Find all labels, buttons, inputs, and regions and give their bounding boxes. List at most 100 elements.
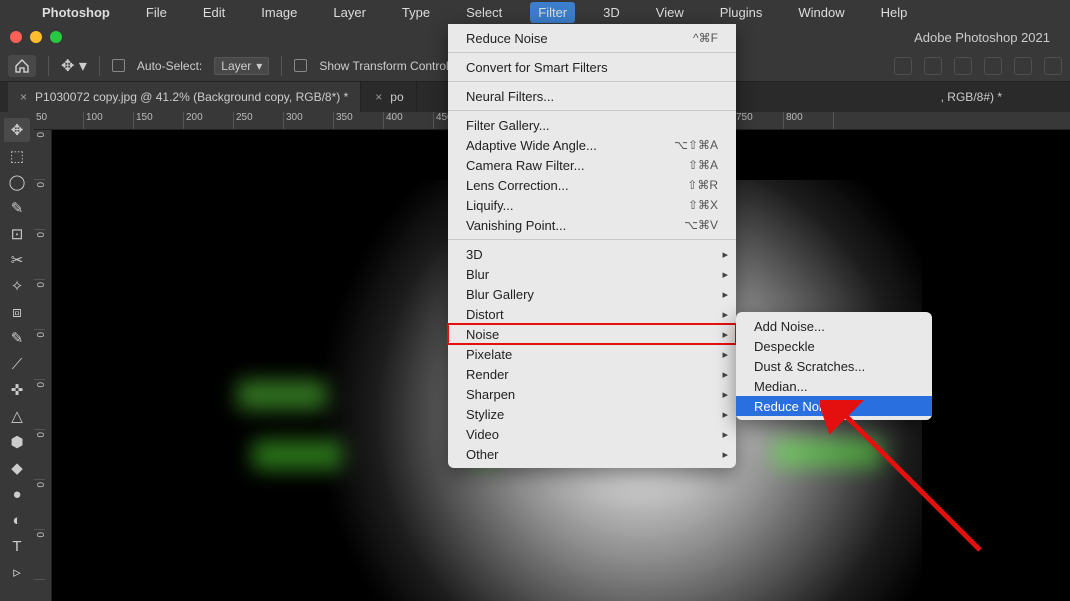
filter-sub-video[interactable]: Video (448, 424, 736, 444)
noise-dust-scratches[interactable]: Dust & Scratches... (736, 356, 932, 376)
menu-label: Lens Correction... (466, 178, 569, 193)
autoselect-checkbox[interactable] (112, 59, 125, 72)
tool-marquee[interactable]: ⬚ (4, 144, 30, 168)
mode-icon[interactable] (1014, 57, 1032, 75)
ruler-tick: 0 (34, 380, 45, 430)
tool-gradient[interactable]: ⬢ (4, 430, 30, 454)
filter-neural[interactable]: Neural Filters... (448, 86, 736, 106)
menu-label: Vanishing Point... (466, 218, 566, 233)
filter-sub-pixelate[interactable]: Pixelate (448, 344, 736, 364)
menu-label: Distort (466, 307, 504, 322)
ruler-tick: 250 (234, 112, 284, 129)
filter-sub-sharpen[interactable]: Sharpen (448, 384, 736, 404)
noise-median[interactable]: Median... (736, 376, 932, 396)
ruler-vertical[interactable]: 0 0 0 0 0 0 0 0 0 (34, 130, 52, 601)
menu-label: Despeckle (754, 339, 815, 354)
home-button[interactable] (8, 55, 36, 77)
menu-help[interactable]: Help (873, 2, 916, 23)
noise-add[interactable]: Add Noise... (736, 316, 932, 336)
ruler-tick: 0 (34, 130, 45, 180)
menu-window[interactable]: Window (790, 2, 852, 23)
window-maximize-icon[interactable] (50, 31, 62, 43)
filter-sub-blurgallery[interactable]: Blur Gallery (448, 284, 736, 304)
menu-shortcut: ⇧⌘A (688, 158, 718, 172)
ruler-tick: 200 (184, 112, 234, 129)
close-icon[interactable]: × (20, 90, 27, 104)
menu-select[interactable]: Select (458, 2, 510, 23)
tool-move[interactable]: ✥ (4, 118, 30, 142)
filter-lens[interactable]: Lens Correction...⇧⌘R (448, 175, 736, 195)
menu-plugins[interactable]: Plugins (712, 2, 771, 23)
document-tab-label: P1030072 copy.jpg @ 41.2% (Background co… (35, 90, 348, 104)
tool-pen[interactable]: ◐ (4, 508, 30, 532)
mode-icon[interactable] (924, 57, 942, 75)
move-tool-icon[interactable]: ✥ ▾ (61, 56, 87, 76)
tool-path[interactable]: ▹ (4, 560, 30, 584)
tool-heal[interactable]: ⧈ (4, 300, 30, 324)
filter-sub-blur[interactable]: Blur (448, 264, 736, 284)
filter-gallery[interactable]: Filter Gallery... (448, 115, 736, 135)
show-transform-checkbox[interactable] (294, 59, 307, 72)
document-tab-label: po (390, 90, 403, 104)
tool-brush[interactable]: ✎ (4, 326, 30, 350)
menu-label: Dust & Scratches... (754, 359, 865, 374)
menu-label: Render (466, 367, 509, 382)
filter-recent[interactable]: Reduce Noise ^⌘F (448, 28, 736, 48)
ruler-tick: 0 (34, 230, 45, 280)
menu-label: Sharpen (466, 387, 515, 402)
menu-edit[interactable]: Edit (195, 2, 233, 23)
document-tab[interactable]: × P1030072 copy.jpg @ 41.2% (Background … (8, 82, 361, 112)
filter-sub-noise[interactable]: Noise (448, 324, 736, 344)
menu-label: Neural Filters... (466, 89, 554, 104)
menu-view[interactable]: View (648, 2, 692, 23)
tool-crop[interactable]: ⊡ (4, 222, 30, 246)
tool-history[interactable]: ✜ (4, 378, 30, 402)
filter-vanishing[interactable]: Vanishing Point...⌥⌘V (448, 215, 736, 235)
tool-stamp[interactable]: ⟋ (4, 352, 30, 376)
filter-sub-3d[interactable]: 3D (448, 244, 736, 264)
filter-sub-stylize[interactable]: Stylize (448, 404, 736, 424)
menu-file[interactable]: File (138, 2, 175, 23)
filter-sub-distort[interactable]: Distort (448, 304, 736, 324)
autoselect-target-select[interactable]: Layer ▾ (214, 57, 269, 75)
tool-frame[interactable]: ✂ (4, 248, 30, 272)
menu-filter[interactable]: Filter (530, 2, 575, 23)
tool-type[interactable]: T (4, 534, 30, 558)
mode-icon[interactable] (984, 57, 1002, 75)
ruler-tick: 300 (284, 112, 334, 129)
menu-label: 3D (466, 247, 483, 262)
noise-despeckle[interactable]: Despeckle (736, 336, 932, 356)
noise-reduce[interactable]: Reduce Noise... (736, 396, 932, 416)
menu-image[interactable]: Image (253, 2, 305, 23)
filter-liquify[interactable]: Liquify...⇧⌘X (448, 195, 736, 215)
menu-app[interactable]: Photoshop (34, 2, 118, 23)
ruler-tick: 0 (34, 480, 45, 530)
filter-sub-render[interactable]: Render (448, 364, 736, 384)
tool-eyedropper[interactable]: ✧ (4, 274, 30, 298)
menu-label: Median... (754, 379, 807, 394)
show-transform-label: Show Transform Controls (319, 59, 454, 73)
document-tab[interactable]: × po (363, 82, 416, 112)
mode-icon[interactable] (954, 57, 972, 75)
menu-label: Adaptive Wide Angle... (466, 138, 597, 153)
menu-type[interactable]: Type (394, 2, 438, 23)
mode-icon[interactable] (894, 57, 912, 75)
menu-layer[interactable]: Layer (325, 2, 374, 23)
mode-icon[interactable] (1044, 57, 1062, 75)
menu-shortcut: ⇧⌘X (688, 198, 718, 212)
tool-wand[interactable]: ✎ (4, 196, 30, 220)
tool-eraser[interactable]: △ (4, 404, 30, 428)
window-close-icon[interactable] (10, 31, 22, 43)
close-icon[interactable]: × (375, 90, 382, 104)
tool-lasso[interactable]: ◯ (4, 170, 30, 194)
ruler-tick: 0 (34, 280, 45, 330)
menu-3d[interactable]: 3D (595, 2, 628, 23)
filter-adaptive[interactable]: Adaptive Wide Angle...⌥⇧⌘A (448, 135, 736, 155)
menu-label: Reduce Noise... (754, 399, 847, 414)
window-minimize-icon[interactable] (30, 31, 42, 43)
filter-convert-smart[interactable]: Convert for Smart Filters (448, 57, 736, 77)
filter-cameraraw[interactable]: Camera Raw Filter...⇧⌘A (448, 155, 736, 175)
filter-sub-other[interactable]: Other (448, 444, 736, 464)
tool-dodge[interactable]: ● (4, 482, 30, 506)
tool-blur[interactable]: ◆ (4, 456, 30, 480)
